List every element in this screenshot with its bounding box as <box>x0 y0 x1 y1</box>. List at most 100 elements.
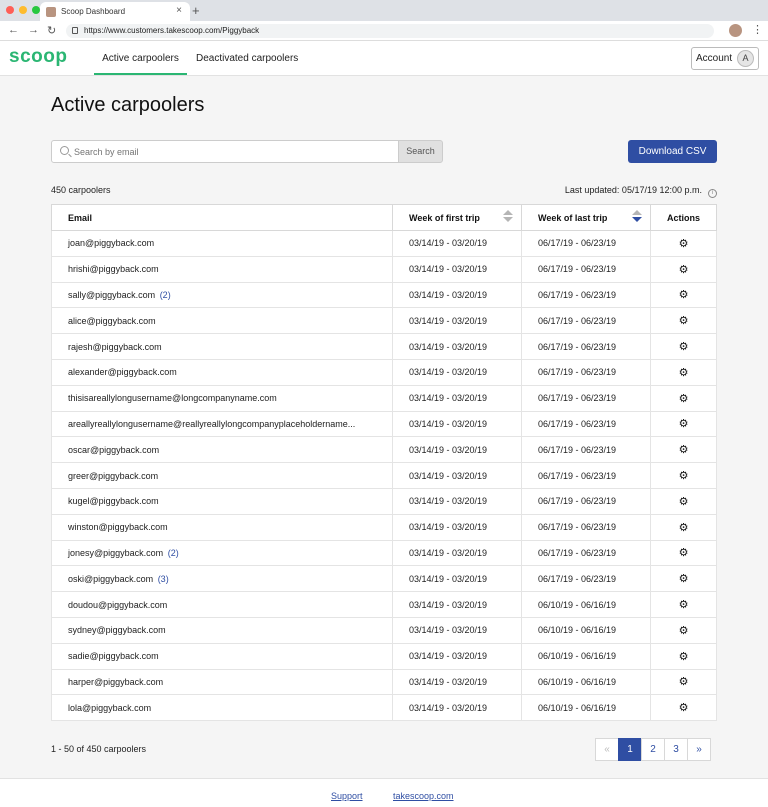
table-header-row: Email Week of first trip Week of last tr… <box>51 204 717 231</box>
url-field[interactable]: https://www.customers.takescoop.com/Pigg… <box>66 24 714 38</box>
last-trip-cell: 06/17/19 - 06/23/19 <box>521 539 651 567</box>
first-trip-cell: 03/14/19 - 03/20/19 <box>392 642 522 670</box>
download-csv-button[interactable]: Download CSV <box>628 140 717 163</box>
page-3-button[interactable]: 3 <box>664 738 688 761</box>
takescoop-link[interactable]: takescoop.com <box>393 791 454 801</box>
email-text: oski@piggyback.com <box>68 573 154 584</box>
first-trip-cell: 03/14/19 - 03/20/19 <box>392 513 522 541</box>
last-trip-cell: 06/10/19 - 06/16/19 <box>521 668 651 696</box>
prev-page-button[interactable]: « <box>595 738 619 761</box>
gear-icon[interactable]: ⚙ <box>679 238 689 250</box>
last-trip-cell: 06/17/19 - 06/23/19 <box>521 333 651 360</box>
email-cell: oski@piggyback.com (3) <box>51 565 393 593</box>
tab-active-carpoolers[interactable]: Active carpoolers <box>94 41 187 75</box>
column-header-email[interactable]: Email <box>51 204 393 231</box>
carpool-count-link[interactable]: (3) <box>158 574 169 584</box>
gear-icon[interactable]: ⚙ <box>679 264 689 276</box>
new-tab-button[interactable]: + <box>192 3 200 18</box>
table-row: alexander@piggyback.com 03/14/19 - 03/20/… <box>51 358 717 386</box>
close-tab-icon[interactable]: × <box>176 5 182 16</box>
actions-cell: ⚙ <box>650 668 717 696</box>
minimize-window-button[interactable] <box>19 6 27 14</box>
table-row: hrishi@piggyback.com 03/14/19 - 03/20/19 0… <box>51 255 717 283</box>
tab-deactivated-carpoolers[interactable]: Deactivated carpoolers <box>196 41 298 75</box>
first-trip-cell: 03/14/19 - 03/20/19 <box>392 462 522 489</box>
actions-cell: ⚙ <box>650 230 717 257</box>
gear-icon[interactable]: ⚙ <box>679 651 689 663</box>
table-row: kugel@piggyback.com 03/14/19 - 03/20/19 06… <box>51 487 717 515</box>
gear-icon[interactable]: ⚙ <box>679 522 689 534</box>
table-row: oski@piggyback.com (3) 03/14/19 - 03/20/1… <box>51 565 717 593</box>
email-cell: oscar@piggyback.com <box>51 436 393 464</box>
page-1-button[interactable]: 1 <box>618 738 642 761</box>
email-cell: sally@piggyback.com (2) <box>51 281 393 309</box>
scoop-logo[interactable]: scoop <box>9 46 67 68</box>
actions-cell: ⚙ <box>650 281 717 309</box>
email-cell: lola@piggyback.com <box>51 694 393 722</box>
reload-icon[interactable]: ↻ <box>47 24 56 37</box>
table-row: areallyreallylongusername@reallyreallylo… <box>51 410 717 438</box>
lock-icon <box>72 27 78 34</box>
last-trip-cell: 06/17/19 - 06/23/19 <box>521 281 651 309</box>
url-text: https://www.customers.takescoop.com/Pigg… <box>84 26 260 35</box>
actions-cell: ⚙ <box>650 255 717 283</box>
email-cell: sadie@piggyback.com <box>51 642 393 670</box>
profile-avatar-icon[interactable] <box>729 24 742 37</box>
gear-icon[interactable]: ⚙ <box>679 676 689 688</box>
search-input[interactable] <box>52 141 352 162</box>
gear-icon[interactable]: ⚙ <box>679 702 689 714</box>
email-cell: thisisareallylongusername@longcompanynam… <box>51 384 393 412</box>
table-row: winston@piggyback.com 03/14/19 - 03/20/19… <box>51 513 717 541</box>
gear-icon[interactable]: ⚙ <box>679 341 689 353</box>
browser-tab[interactable]: Scoop Dashboard × <box>40 2 190 21</box>
back-icon[interactable]: ← <box>8 24 19 36</box>
next-page-button[interactable]: » <box>687 738 711 761</box>
email-text: doudou@piggyback.com <box>68 599 168 610</box>
email-text: jonesy@piggyback.com <box>68 547 164 558</box>
gear-icon[interactable]: ⚙ <box>679 315 689 327</box>
avatar: A <box>737 50 754 67</box>
info-icon[interactable]: i <box>708 189 717 198</box>
gear-icon[interactable]: ⚙ <box>679 367 689 379</box>
carpool-count-link[interactable]: (2) <box>168 548 179 558</box>
actions-cell: ⚙ <box>650 694 717 722</box>
table-row: lola@piggyback.com 03/14/19 - 03/20/19 06/… <box>51 694 717 722</box>
search-button[interactable]: Search <box>398 140 443 163</box>
gear-icon[interactable]: ⚙ <box>679 418 689 430</box>
page-2-button[interactable]: 2 <box>641 738 665 761</box>
gear-icon[interactable]: ⚙ <box>679 625 689 637</box>
carpool-count-link[interactable]: (2) <box>160 290 171 300</box>
maximize-window-button[interactable] <box>32 6 40 14</box>
account-button[interactable]: Account A <box>691 47 759 70</box>
last-trip-cell: 06/17/19 - 06/23/19 <box>521 513 651 541</box>
table-row: joan@piggyback.com 03/14/19 - 03/20/19 06/… <box>51 230 717 257</box>
support-link[interactable]: Support <box>331 791 363 801</box>
gear-icon[interactable]: ⚙ <box>679 573 689 585</box>
sort-icon[interactable] <box>503 210 513 222</box>
column-header-first-trip-label: Week of first trip <box>409 212 480 223</box>
last-updated-text: Last updated: 05/17/19 12:00 p.m. <box>564 185 702 195</box>
gear-icon[interactable]: ⚙ <box>679 444 689 456</box>
first-trip-cell: 03/14/19 - 03/20/19 <box>392 230 522 257</box>
gear-icon[interactable]: ⚙ <box>679 496 689 508</box>
column-header-first-trip[interactable]: Week of first trip <box>392 204 522 231</box>
first-trip-cell: 03/14/19 - 03/20/19 <box>392 436 522 464</box>
actions-cell: ⚙ <box>650 565 717 593</box>
actions-cell: ⚙ <box>650 616 717 644</box>
last-trip-cell: 06/10/19 - 06/16/19 <box>521 591 651 618</box>
browser-menu-icon[interactable]: ⋮ <box>752 23 763 36</box>
close-window-button[interactable] <box>6 6 14 14</box>
email-cell: sydney@piggyback.com <box>51 616 393 644</box>
gear-icon[interactable]: ⚙ <box>679 470 689 482</box>
gear-icon[interactable]: ⚙ <box>679 599 689 611</box>
favicon-icon <box>46 6 56 17</box>
sort-descending-icon[interactable] <box>632 210 642 222</box>
email-cell: rajesh@piggyback.com <box>51 333 393 360</box>
gear-icon[interactable]: ⚙ <box>679 289 689 301</box>
column-header-last-trip[interactable]: Week of last trip <box>521 204 651 231</box>
email-text: lola@piggyback.com <box>68 702 152 713</box>
forward-icon[interactable]: → <box>28 24 39 36</box>
first-trip-cell: 03/14/19 - 03/20/19 <box>392 333 522 360</box>
gear-icon[interactable]: ⚙ <box>679 393 689 405</box>
gear-icon[interactable]: ⚙ <box>679 547 689 559</box>
